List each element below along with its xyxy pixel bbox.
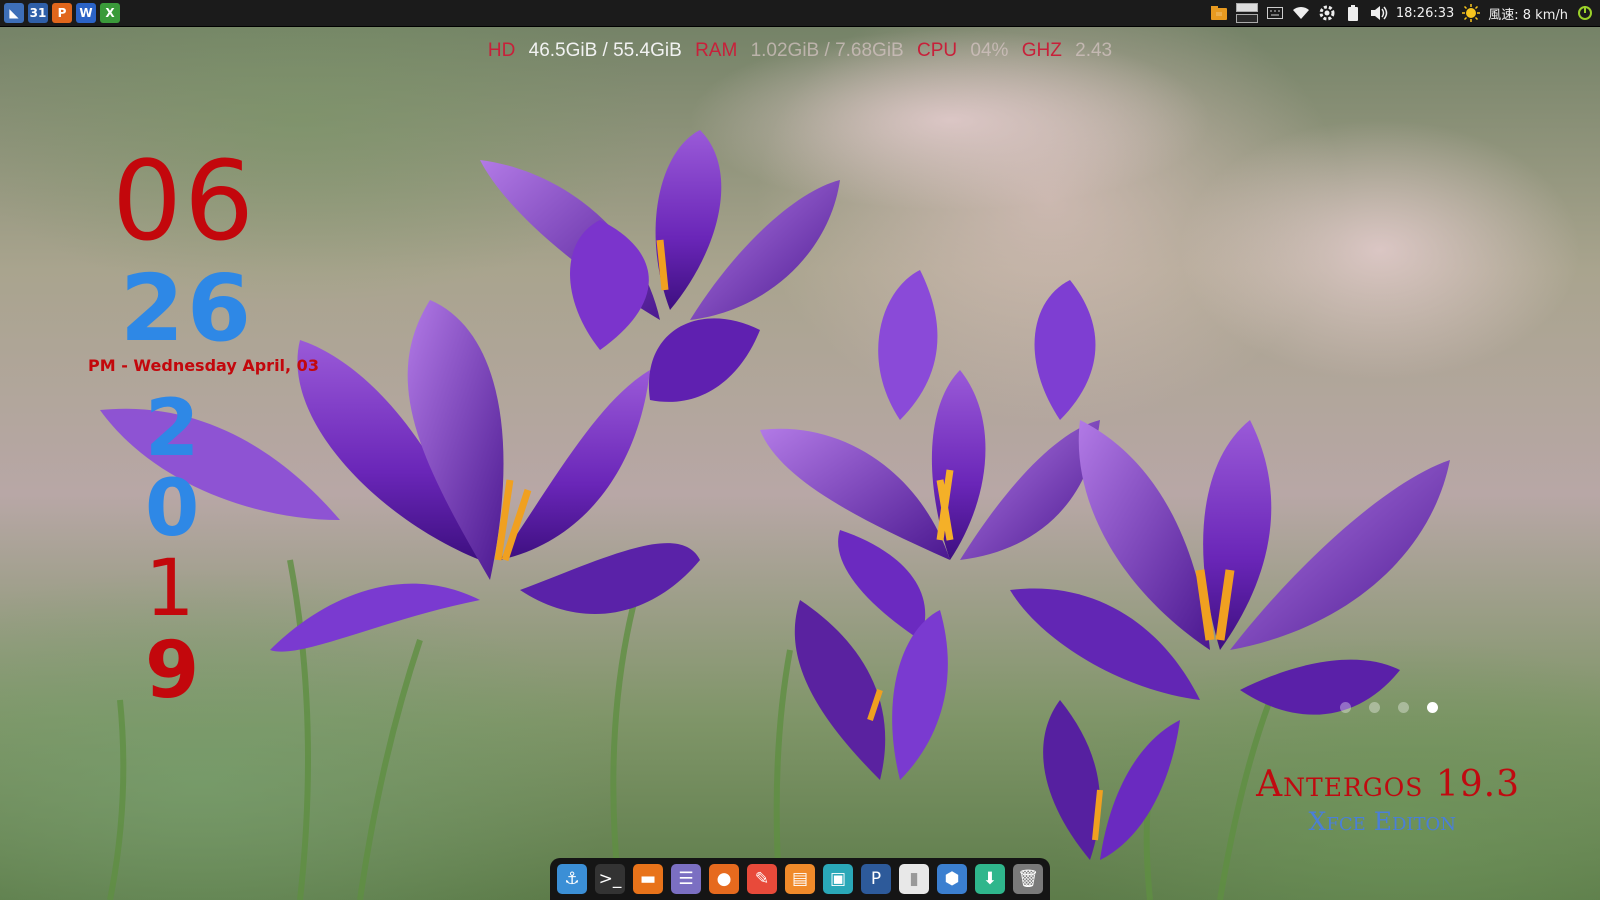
settings-gear-icon[interactable] — [1318, 4, 1336, 22]
clock-minute: 26 — [120, 255, 255, 362]
top-panel: ◣ 31 P W X 18:26:33 風速: 8 km/h — [0, 0, 1600, 27]
clock-hour: 06 — [112, 137, 256, 265]
power-icon[interactable] — [1576, 4, 1594, 22]
ram-label: RAM — [695, 40, 738, 61]
cpu-label: CPU — [917, 40, 958, 61]
year-digit: 2 — [145, 384, 200, 474]
workspace-pager-dots — [1340, 702, 1438, 713]
software-center-icon[interactable]: ▤ — [785, 864, 815, 894]
pdf-reader-icon[interactable]: P — [861, 864, 891, 894]
hd-label: HD — [487, 40, 516, 61]
pager-dot[interactable] — [1340, 702, 1351, 713]
workspace-switcher[interactable] — [1235, 3, 1258, 23]
weather-wind-speed[interactable]: 風速: 8 km/h — [1488, 4, 1568, 23]
brand-title: Antergos 19.3 — [1256, 764, 1520, 805]
system-tray: 18:26:33 風速: 8 km/h — [1210, 0, 1600, 26]
wps-presentation-icon[interactable]: P — [52, 3, 72, 23]
year-digit: 9 — [145, 626, 200, 716]
task-manager-icon[interactable]: ✎ — [747, 864, 777, 894]
package-icon[interactable]: ⬢ — [937, 864, 967, 894]
battery-icon[interactable] — [1344, 4, 1362, 22]
pager-dot[interactable] — [1427, 702, 1438, 713]
keyboard-icon[interactable] — [1266, 4, 1284, 22]
workspace-1[interactable] — [1235, 3, 1258, 12]
year-digit: 1 — [145, 544, 195, 634]
calendar-icon[interactable]: 31 — [28, 3, 48, 23]
workspace-2[interactable] — [1235, 14, 1258, 23]
pager-dot[interactable] — [1398, 702, 1409, 713]
terminal-icon[interactable]: >_ — [595, 864, 625, 894]
panel-launchers: ◣ 31 P W X — [0, 0, 120, 26]
cpu-value: 04% — [970, 40, 1009, 61]
folder-icon[interactable] — [1210, 4, 1228, 22]
wifi-icon[interactable] — [1292, 4, 1310, 22]
antergos-menu-icon[interactable]: ◣ — [4, 3, 24, 23]
anchor-icon[interactable]: ⚓ — [557, 864, 587, 894]
brand-subtitle: Xfce Editon — [1308, 807, 1456, 836]
distro-branding: Antergos 19.3 Xfce Editon — [1256, 764, 1520, 836]
firefox-icon[interactable]: ● — [709, 864, 739, 894]
ram-value: 1.02GiB / 7.68GiB — [750, 40, 904, 61]
file-manager-icon[interactable]: ▬ — [633, 864, 663, 894]
hd-value: 46.5GiB / 55.4GiB — [528, 40, 682, 61]
image-viewer-icon[interactable]: ▣ — [823, 864, 853, 894]
bottom-dock: ⚓ >_ ▬ ☰ ● ✎ ▤ ▣ P ▮ ⬢ ⬇ 🗑 — [550, 858, 1050, 900]
year-digit: 0 — [145, 464, 200, 554]
panel-clock[interactable]: 18:26:33 — [1396, 6, 1454, 21]
wps-spreadsheets-icon[interactable]: X — [100, 3, 120, 23]
sun-weather-icon[interactable] — [1462, 4, 1481, 22]
ghz-value: 2.43 — [1075, 40, 1113, 61]
text-editor-icon[interactable]: ☰ — [671, 864, 701, 894]
wps-writer-icon[interactable]: W — [76, 3, 96, 23]
volume-icon[interactable] — [1370, 4, 1388, 22]
pager-dot[interactable] — [1369, 702, 1380, 713]
system-stats-widget: HD 46.5GiB / 55.4GiB RAM 1.02GiB / 7.68G… — [0, 40, 1600, 62]
clock-date-line: PM - Wednesday April, 03 — [88, 356, 319, 375]
trash-icon[interactable]: 🗑 — [1013, 864, 1043, 894]
updater-icon[interactable]: ⬇ — [975, 864, 1005, 894]
ghz-label: GHZ — [1021, 40, 1062, 61]
document-icon[interactable]: ▮ — [899, 864, 929, 894]
